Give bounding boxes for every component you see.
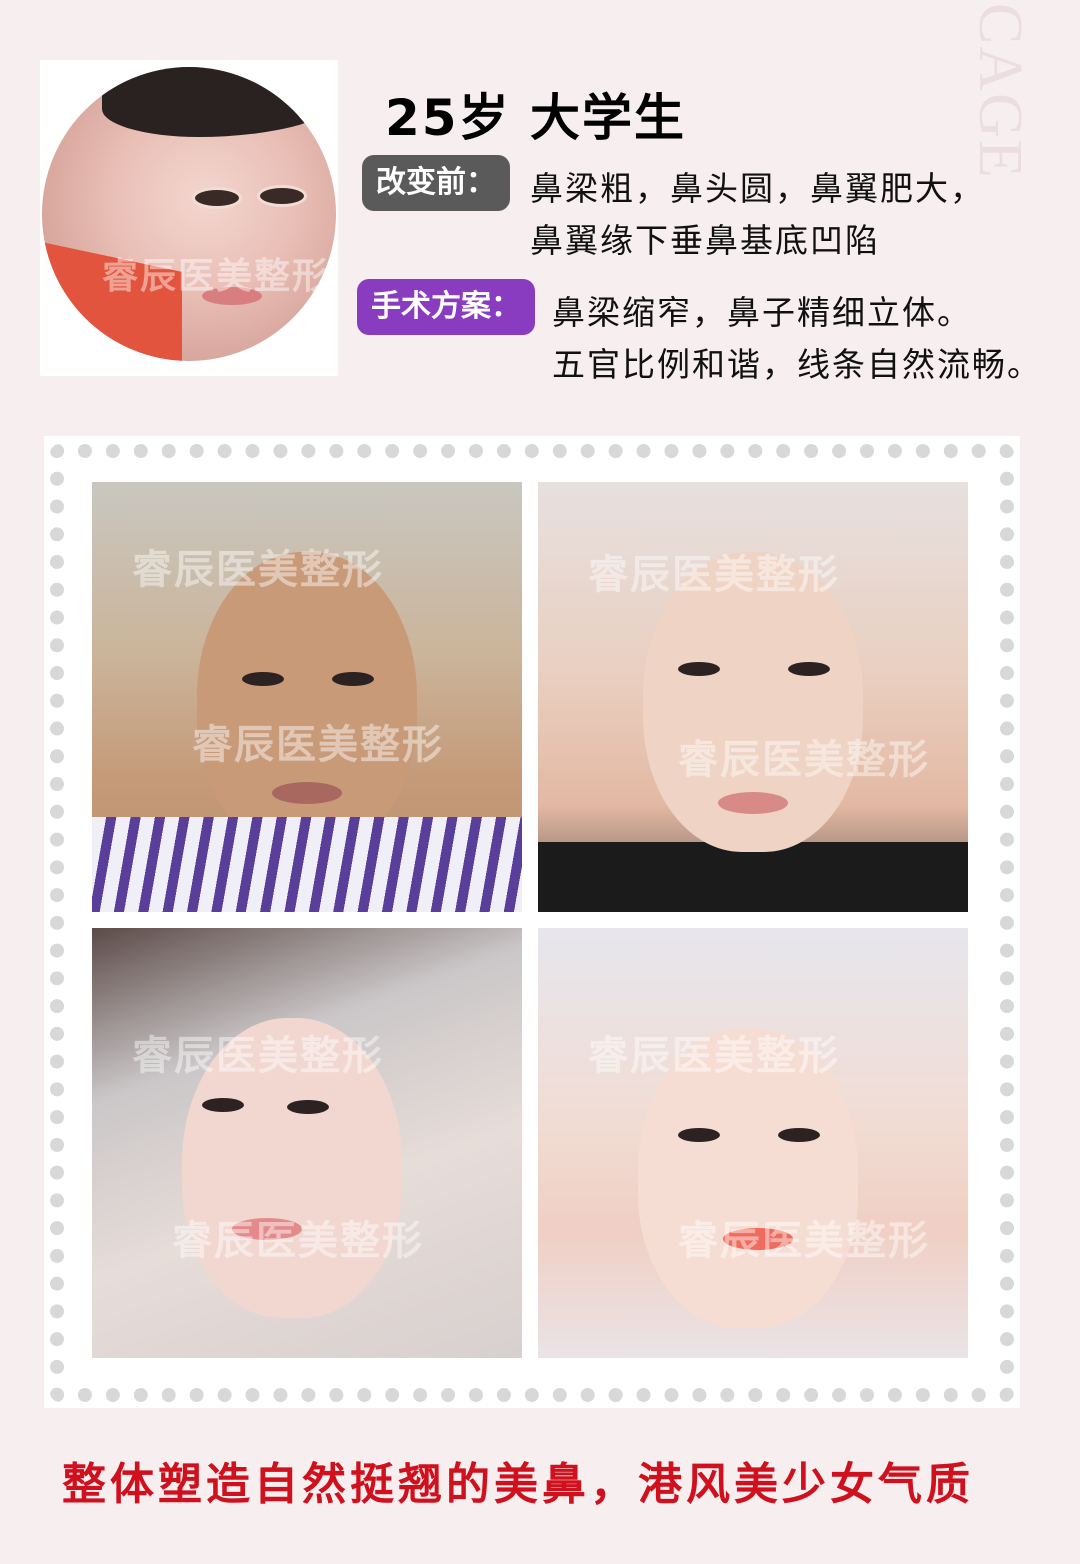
lips xyxy=(232,1218,302,1240)
side-decor-letters: CAGE xyxy=(960,3,1040,310)
photo-after-1: 睿辰医美整形 睿辰医美整形 xyxy=(538,482,968,912)
photo-eye xyxy=(257,185,307,207)
profile-photo: 睿辰医美整形 xyxy=(42,67,336,361)
profile-avatar-card: 睿辰医美整形 xyxy=(40,60,338,376)
photo-after-2: 睿辰医美整形 睿辰医美整形 xyxy=(92,928,522,1358)
eye xyxy=(287,1100,329,1114)
before-badge: 改变前： xyxy=(362,155,510,211)
eye xyxy=(202,1098,244,1112)
face xyxy=(197,552,417,852)
before-line-2: 鼻翼缘下垂鼻基底凹陷 xyxy=(530,221,880,260)
dark-top xyxy=(538,842,968,912)
lips xyxy=(723,1228,793,1250)
eye xyxy=(242,672,284,686)
eye xyxy=(788,662,830,676)
photo-hair xyxy=(102,67,336,137)
before-line-1: 鼻梁粗，鼻头圆，鼻翼肥大， xyxy=(530,169,985,208)
face xyxy=(638,1028,858,1328)
case-title: 25岁 大学生 xyxy=(385,89,686,147)
photo-after-3: 睿辰医美整形 睿辰医美整形 xyxy=(538,928,968,1358)
photo-shirt xyxy=(42,242,182,361)
plan-line-1: 鼻梁缩窄，鼻子精细立体。 xyxy=(552,293,972,332)
eye xyxy=(678,1128,720,1142)
plan-line-2: 五官比例和谐，线条自然流畅。 xyxy=(552,345,1042,384)
bottom-caption: 整体塑造自然挺翘的美鼻，港风美少女气质 xyxy=(62,1459,974,1510)
eye xyxy=(778,1128,820,1142)
plan-badge: 手术方案： xyxy=(357,279,535,335)
eye xyxy=(332,672,374,686)
lips xyxy=(718,792,788,814)
photo-lips xyxy=(202,287,262,305)
eye xyxy=(678,662,720,676)
face xyxy=(182,1018,402,1318)
striped-shirt xyxy=(92,817,522,912)
photo-before: 睿辰医美整形 睿辰医美整形 xyxy=(92,482,522,912)
lips xyxy=(272,782,342,804)
photo-eye xyxy=(192,187,242,209)
side-decor-text: CAGE xyxy=(966,3,1034,180)
case-page: CAGE 睿辰医美整形 25岁 大学生 改变前： 鼻梁粗，鼻头圆，鼻翼肥大， 鼻… xyxy=(0,0,1080,1564)
